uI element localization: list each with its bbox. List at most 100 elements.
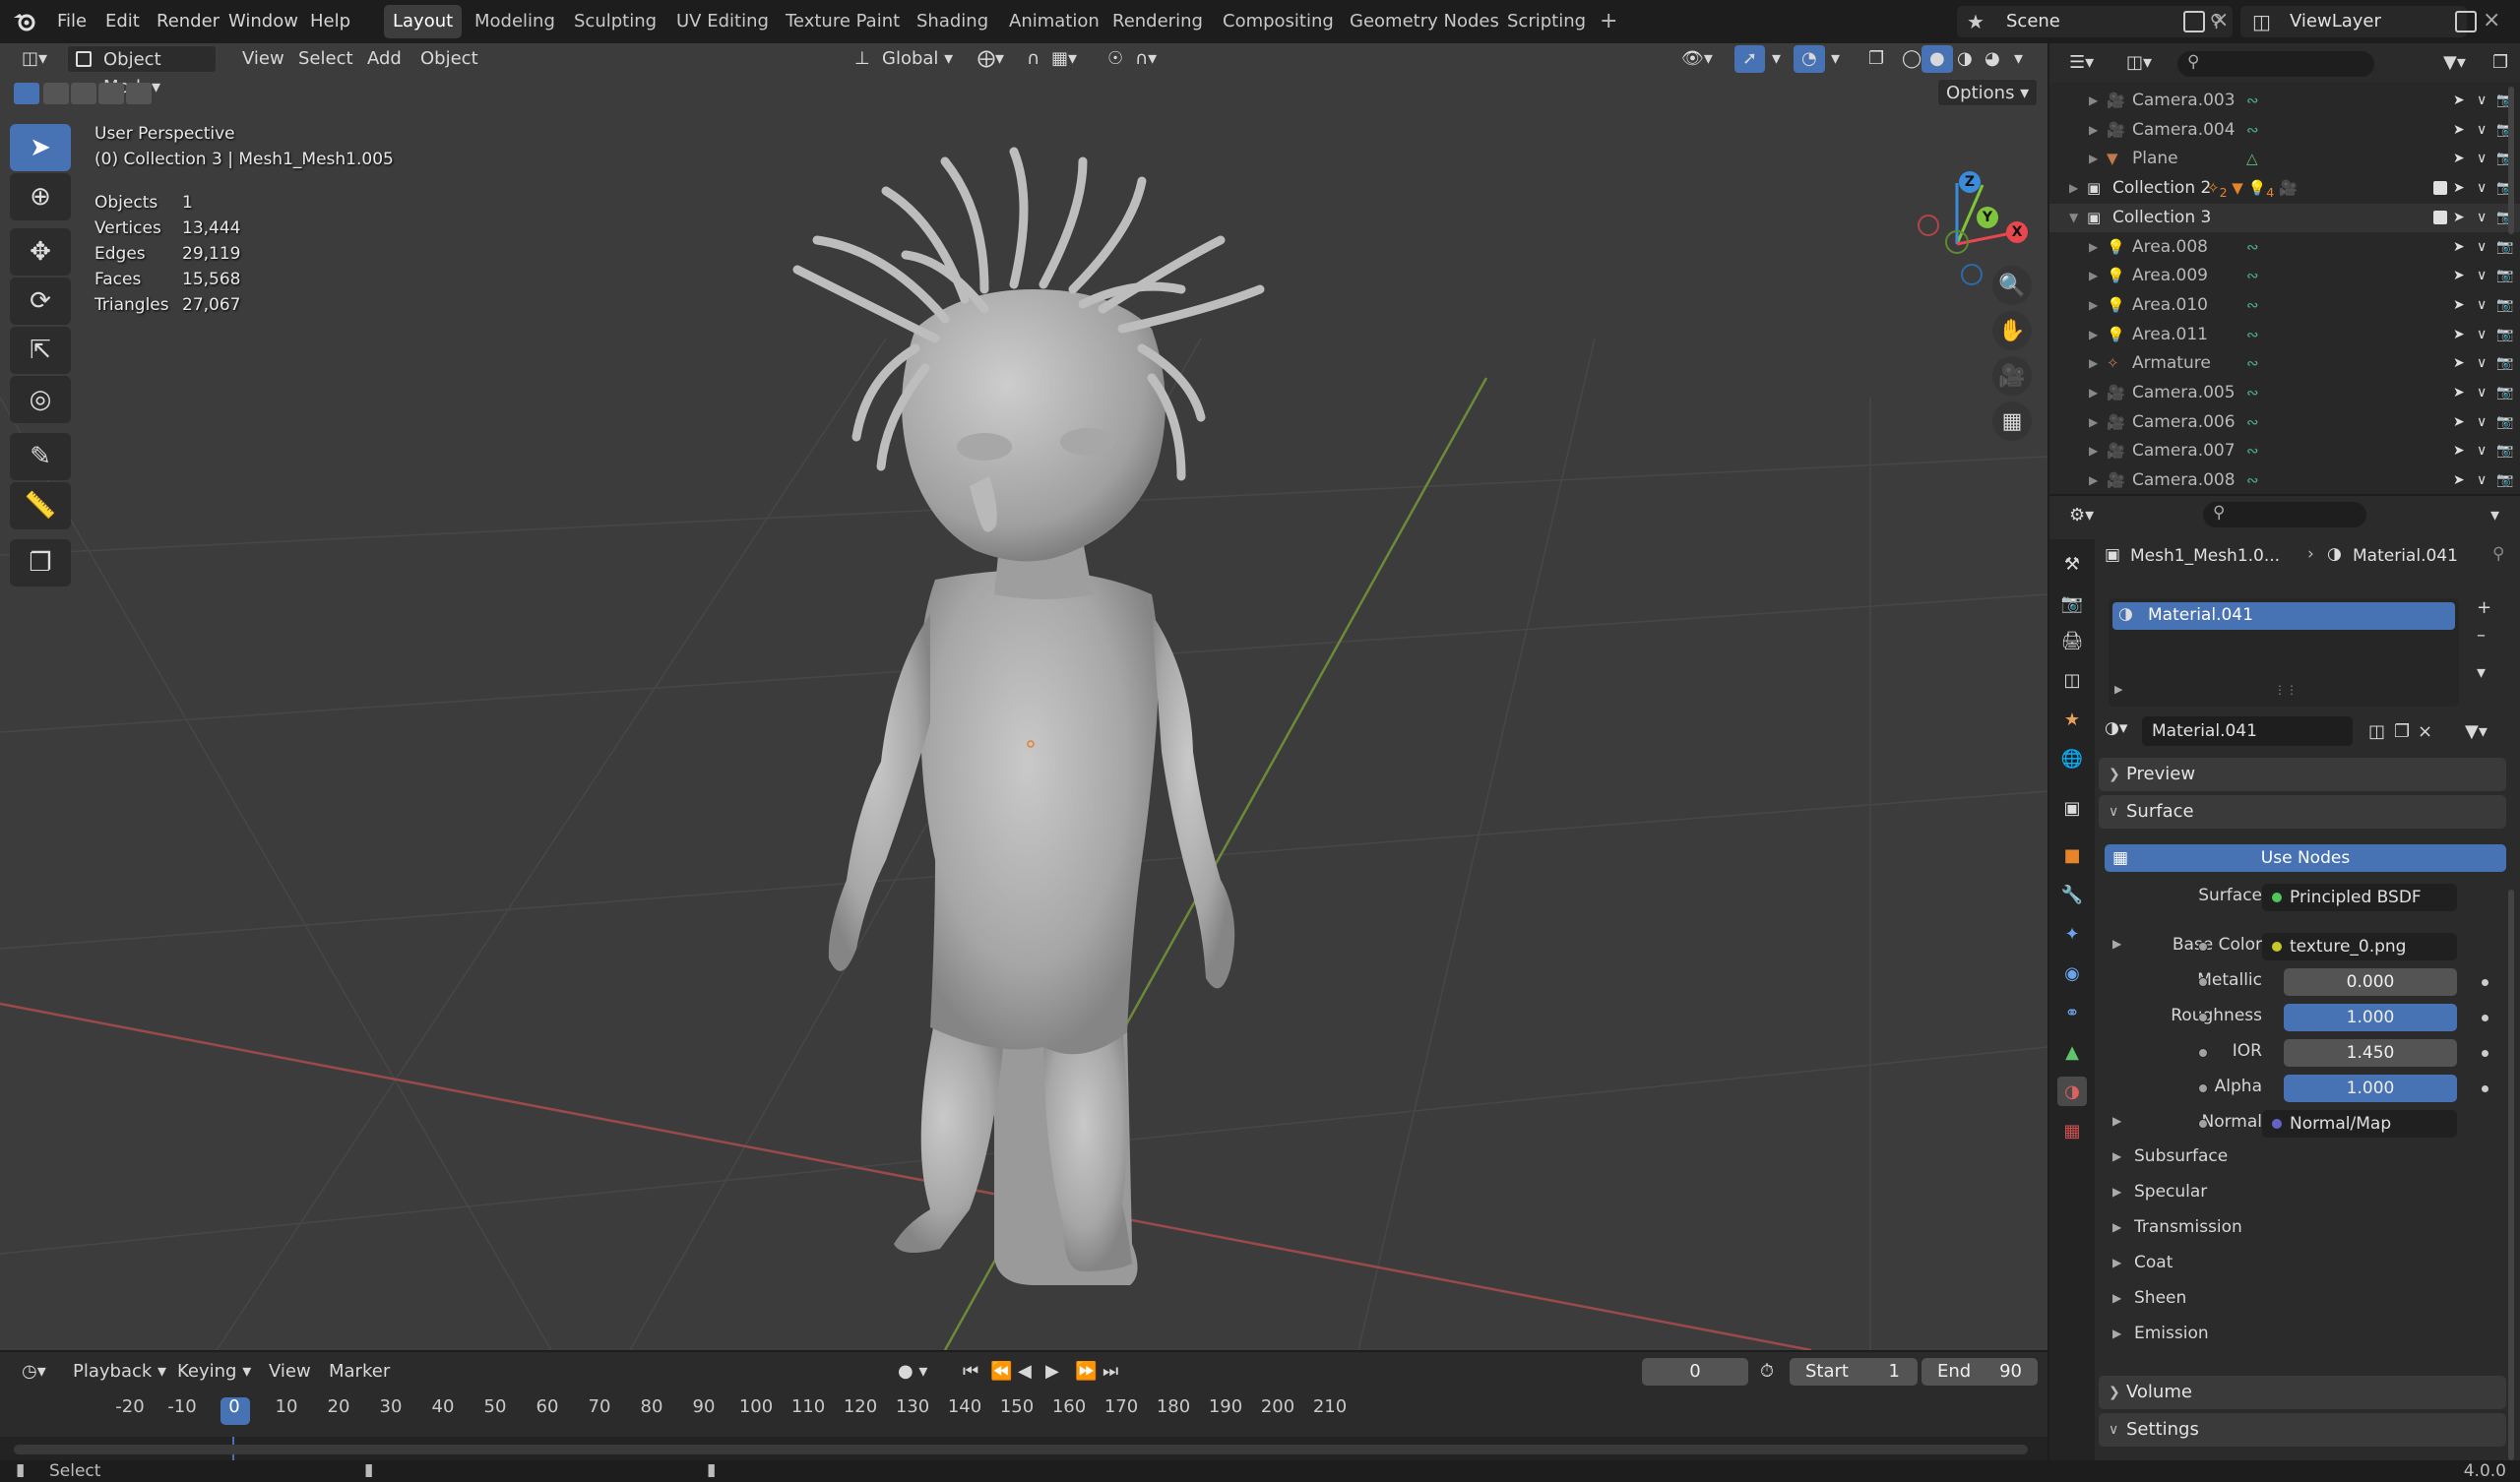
start-frame-field[interactable]: Start 1 xyxy=(1790,1358,1918,1386)
menu-add[interactable]: Add xyxy=(359,45,410,73)
current-frame-field[interactable]: 0 xyxy=(1642,1358,1748,1386)
modifier-tab-icon[interactable]: 🔧 xyxy=(2057,880,2087,909)
hide-viewport-icon[interactable]: ∨ xyxy=(2477,379,2487,407)
expand-right-icon[interactable]: ▶ xyxy=(2112,1114,2121,1128)
keying-menu[interactable]: Keying ▾ xyxy=(169,1358,259,1386)
timeline-view-menu[interactable]: View xyxy=(261,1358,319,1386)
select-arrow-icon[interactable]: ➤ xyxy=(2453,233,2465,262)
solid-shading-icon[interactable]: ● xyxy=(1922,45,1953,73)
select-invert-icon[interactable] xyxy=(98,83,124,104)
physics-tab-icon[interactable]: ◉ xyxy=(2057,958,2087,988)
select-arrow-icon[interactable]: ➤ xyxy=(2453,408,2465,437)
outliner-object-row[interactable]: ▶ 🎥 Camera.007 ∾ ➤ ∨ 📷 xyxy=(2049,437,2520,465)
expand-right-icon[interactable]: ▶ xyxy=(2089,262,2098,290)
gizmo-neg-y[interactable] xyxy=(1945,230,1969,254)
tab-shading[interactable]: Shading xyxy=(908,5,997,38)
options-button[interactable]: Options ▾ xyxy=(1937,79,2039,106)
remove-slot-icon[interactable]: – xyxy=(2469,622,2493,649)
ortho-grid-icon[interactable]: ▦ xyxy=(1992,401,2032,441)
select-arrow-icon[interactable]: ➤ xyxy=(2453,204,2465,232)
scale-tool-icon[interactable]: ⇱ xyxy=(10,327,71,374)
select-arrow-icon[interactable]: ➤ xyxy=(2453,145,2465,173)
node-link-field[interactable]: texture_0.png xyxy=(2262,933,2457,960)
add-slot-icon[interactable]: + xyxy=(2469,594,2499,622)
marker-menu[interactable]: Marker xyxy=(321,1358,398,1386)
menu-file[interactable]: File xyxy=(49,6,94,37)
render-tab-icon[interactable]: 📷 xyxy=(2057,588,2087,618)
pan-hand-icon[interactable]: ✋ xyxy=(1992,311,2032,350)
render-visibility-icon[interactable]: 📷 xyxy=(2496,262,2513,290)
view-layer-tab-icon[interactable]: ◫ xyxy=(2057,665,2087,695)
number-slider[interactable]: 1.450 xyxy=(2284,1039,2457,1067)
render-visibility-icon[interactable]: 📷 xyxy=(2496,349,2513,378)
expand-right-icon[interactable]: ▶ xyxy=(2069,174,2078,203)
tab-modeling[interactable]: Modeling xyxy=(466,5,564,38)
select-arrow-icon[interactable]: ➤ xyxy=(2453,349,2465,378)
play-icon[interactable]: ▶ xyxy=(1038,1358,1067,1386)
outliner-object-row[interactable]: ▶ 💡 Area.008 ∾ ➤ ∨ 📷 xyxy=(2049,233,2520,262)
jump-end-icon[interactable]: ⏭ xyxy=(1095,1358,1126,1386)
preview-panel-header[interactable]: ❯ Preview xyxy=(2099,758,2506,791)
gizmo-neg-z[interactable] xyxy=(1961,264,1983,285)
expand-right-icon[interactable]: ▶ xyxy=(2089,466,2098,494)
expand-right-icon[interactable]: ▶ xyxy=(2089,291,2098,320)
tab-texture-paint[interactable]: Texture Paint xyxy=(777,5,909,38)
data-tab-icon[interactable]: ▲ xyxy=(2057,1037,2087,1067)
hide-viewport-icon[interactable]: ∨ xyxy=(2477,437,2487,465)
rotate-tool-icon[interactable]: ⟳ xyxy=(10,278,71,325)
render-visibility-icon[interactable]: 📷 xyxy=(2496,291,2513,320)
resize-grip-icon[interactable]: ⋮⋮ xyxy=(2274,683,2298,697)
gizmo-z-axis[interactable]: Z xyxy=(1959,171,1981,193)
outliner-object-row[interactable]: ▶ 🎥 Camera.008 ∾ ➤ ∨ 📷 xyxy=(2049,466,2520,494)
world-tab-icon[interactable]: 🌐 xyxy=(2057,744,2087,773)
pivot-point-icon[interactable]: ⨁▾ xyxy=(970,45,1012,73)
transform-tool-icon[interactable]: ◎ xyxy=(10,376,71,423)
outliner-collection-row[interactable]: ▼ ▣ Collection 3 ➤ ∨ 📷 xyxy=(2049,203,2520,232)
hide-viewport-icon[interactable]: ∨ xyxy=(2477,291,2487,320)
stopwatch-icon[interactable]: ⏱ xyxy=(1752,1358,1782,1386)
collection-tab-icon[interactable]: ▣ xyxy=(2057,793,2087,823)
outliner-search-input[interactable]: ⚲ xyxy=(2177,51,2374,77)
new-scene-icon[interactable] xyxy=(2183,11,2205,32)
exclude-checkbox[interactable] xyxy=(2433,181,2447,196)
display-mode-icon[interactable]: ◫▾ xyxy=(2118,49,2160,77)
visibility-icon[interactable]: 👁▾ xyxy=(1673,45,1721,73)
subpanel-subsurface[interactable]: ▶ Subsurface xyxy=(2097,1140,2520,1173)
number-slider[interactable]: 1.000 xyxy=(2284,1075,2457,1102)
measure-tool-icon[interactable]: 📏 xyxy=(10,482,71,529)
camera-view-icon[interactable]: 🎥 xyxy=(1992,356,2032,396)
hide-viewport-icon[interactable]: ∨ xyxy=(2477,233,2487,262)
editor-type-icon[interactable]: ◫▾ xyxy=(14,45,55,73)
scene-tab-icon[interactable]: ★ xyxy=(2057,705,2087,734)
keyframe-dot-icon[interactable] xyxy=(2482,1050,2488,1057)
socket-link-icon[interactable] xyxy=(2198,1083,2208,1093)
shading-dropdown-icon[interactable]: ▾ xyxy=(2006,45,2031,73)
move-tool-icon[interactable]: ✥ xyxy=(10,228,71,276)
outliner-object-row[interactable]: ▶ 🎥 Camera.004 ∾ ➤ ∨ 📷 xyxy=(2049,116,2520,145)
playback-menu[interactable]: Playback ▾ xyxy=(65,1358,174,1386)
outliner-object-row[interactable]: ▶ 💡 Area.011 ∾ ➤ ∨ 📷 xyxy=(2049,321,2520,349)
tab-scripting[interactable]: Scripting xyxy=(1498,5,1595,38)
add-cube-tool-icon[interactable]: ❐ xyxy=(10,539,71,587)
timeline-editor-icon[interactable]: ◷▾ xyxy=(14,1358,54,1386)
surface-panel-header[interactable]: ∨ Surface xyxy=(2099,795,2506,829)
unlink-material-icon[interactable]: × xyxy=(2410,718,2440,746)
keyframe-dot-icon[interactable] xyxy=(2482,1015,2488,1021)
menu-render[interactable]: Render xyxy=(149,6,227,37)
socket-link-icon[interactable] xyxy=(2198,1048,2208,1058)
pin-icon[interactable]: ⚲ xyxy=(2492,544,2504,564)
render-visibility-icon[interactable]: 📷 xyxy=(2496,233,2513,262)
expand-right-icon[interactable]: ▶ xyxy=(2089,379,2098,407)
render-visibility-icon[interactable]: 📷 xyxy=(2496,466,2513,494)
xray-icon[interactable]: ❐ xyxy=(1860,45,1892,73)
menu-window[interactable]: Window xyxy=(220,6,306,37)
select-arrow-icon[interactable]: ➤ xyxy=(2453,379,2465,407)
select-box-tool-icon[interactable]: ➤ xyxy=(10,124,71,171)
menu-help[interactable]: Help xyxy=(302,6,358,37)
3d-viewport[interactable]: ◫▾ Object Mode▾ View Select Add Object ⊥… xyxy=(0,43,2048,1350)
subpanel-transmission[interactable]: ▶ Transmission xyxy=(2097,1210,2520,1244)
expand-right-icon[interactable]: ▶ xyxy=(2089,321,2098,349)
hide-viewport-icon[interactable]: ∨ xyxy=(2477,349,2487,378)
add-workspace-button[interactable]: + xyxy=(1600,5,1617,38)
select-arrow-icon[interactable]: ➤ xyxy=(2453,116,2465,145)
